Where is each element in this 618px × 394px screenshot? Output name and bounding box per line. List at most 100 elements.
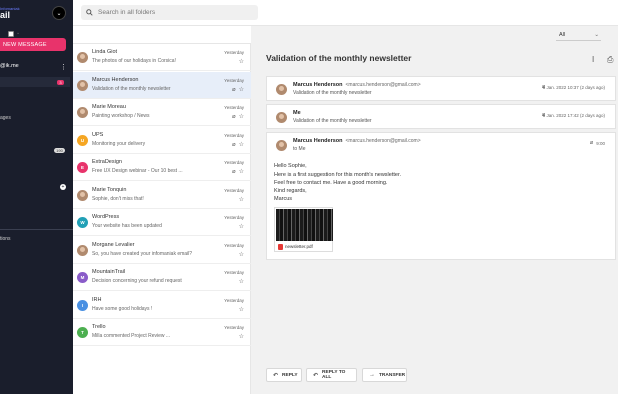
select-all-checkbox[interactable] (8, 31, 14, 37)
reply-label: REPLY (282, 372, 298, 378)
mail-list-item[interactable]: W WordPress Your website has been updated Y… (73, 209, 251, 236)
avatar: I (77, 299, 88, 311)
mail-row-icons: ☆ (239, 58, 244, 65)
star-icon[interactable]: ☆ (239, 58, 244, 65)
mail-row-icons: ☆ (239, 196, 244, 203)
avatar (276, 84, 287, 95)
search-box[interactable] (81, 5, 258, 20)
star-icon[interactable]: ☆ (239, 113, 244, 120)
star-icon[interactable]: ☆ (239, 223, 244, 230)
mail-preview: Sophie, don't miss that! (92, 195, 144, 202)
avatar (77, 52, 88, 63)
mail-list-item[interactable]: Marcus Henderson Validation of the monthl… (73, 71, 251, 99)
app-menu-button[interactable]: ⌄ (52, 6, 66, 20)
pdf-icon (278, 244, 283, 250)
mail-list: Linda Giot The photos of our holidays in … (73, 44, 251, 394)
mail-sender: Marie Moreau (92, 104, 126, 110)
mail-sender: ExtraDesign (92, 159, 122, 165)
mail-row-icons: ⌀ ☆ (232, 113, 244, 120)
body-line: Feel free to contact me. Have a good mor… (274, 180, 388, 186)
avatar (77, 244, 88, 256)
mail-list-item[interactable]: Marie Moreau Painting workshop / News Yest… (73, 99, 251, 126)
mail-sender: UPS (92, 131, 104, 138)
list-toolbar (73, 26, 251, 44)
avatar: T (77, 327, 88, 338)
sidebar-item-options[interactable]: tions (0, 236, 11, 242)
mail-sender: Morgane Levalier (92, 241, 135, 248)
mail-list-item[interactable]: U UPS Monitoring your delivery Yesterday ⌀ ☆ (73, 127, 251, 154)
mail-preview: Your website has been updated (92, 223, 162, 229)
mail-sender: WordPress (92, 214, 120, 220)
star-icon[interactable]: ☆ (239, 333, 244, 340)
star-icon[interactable]: ☆ (239, 306, 244, 313)
mail-preview: Monitoring your delivery (92, 140, 146, 147)
message-date: 5 Jan. 2022 17:42 (2 days ago) (542, 113, 605, 118)
more-options-icon[interactable]: ⋮ (60, 63, 67, 71)
attachment-icon: ⌀ (590, 140, 594, 146)
star-icon[interactable]: ☆ (239, 251, 244, 258)
mail-preview: Painting workshop / News (92, 113, 150, 119)
mail-preview: Free UX Design webinar - Our 10 best ... (92, 168, 183, 174)
chevron-down-icon[interactable]: ⌄ (16, 30, 20, 36)
star-icon[interactable]: ☆ (239, 168, 244, 175)
new-message-label: NEW MESSAGE (3, 41, 47, 48)
chevron-down-icon: ⌄ (56, 10, 62, 17)
mail-date: Yesterday (224, 187, 244, 193)
star-icon[interactable]: ☆ (239, 196, 244, 203)
mail-date: Yesterday (224, 297, 244, 303)
reply-icon: ↶ (273, 372, 279, 379)
print-icon[interactable]: ⎙ (607, 55, 613, 65)
mail-list-item[interactable]: T Trello Milla commented Project Review ..… (73, 319, 251, 346)
mail-sender: Trello (92, 324, 106, 330)
mail-preview: Decision concerning your refund request (92, 278, 182, 284)
sidebar-divider (0, 229, 73, 230)
mail-date: Yesterday (224, 77, 244, 83)
message-recipient: to Me (293, 146, 306, 152)
mail-list-item[interactable]: I IRH Have some good holidays ! Yesterday ☆ (73, 292, 251, 319)
mail-date: Yesterday (224, 132, 244, 138)
filter-select-value: All (559, 32, 566, 38)
text-cursor-icon[interactable]: I (592, 55, 594, 64)
avatar (77, 79, 88, 91)
star-icon[interactable]: ☆ (239, 86, 244, 93)
new-message-button[interactable]: NEW MESSAGE (0, 38, 66, 51)
add-folder-icon[interactable]: + (60, 184, 66, 190)
avatar: E (77, 162, 88, 173)
mail-row-icons: ⌀ ☆ (232, 141, 244, 148)
mail-date: Yesterday (224, 105, 244, 110)
mail-row-icons: ☆ (239, 278, 244, 285)
reply-all-button[interactable]: ↶ REPLY TO ALL (306, 368, 357, 382)
message-collapsed[interactable]: Me Validation of the monthly newsletter … (266, 104, 616, 129)
star-icon[interactable]: ☆ (239, 278, 244, 285)
mail-list-item[interactable]: Linda Giot The photos of our holidays in … (73, 44, 251, 71)
star-icon[interactable]: ☆ (239, 141, 244, 148)
email-subject: Validation of the monthly newsletter (266, 53, 412, 63)
avatar (276, 140, 287, 151)
attachment-icon: ⌀ (231, 141, 236, 148)
message-date: 5 Jan. 2022 10:37 (2 days ago) (542, 85, 605, 90)
transfer-button[interactable]: → TRANSFER (362, 368, 407, 382)
transfer-label: TRANSFER (379, 372, 406, 378)
mail-sender: Marie Tonquin (92, 186, 127, 193)
mail-list-item[interactable]: E ExtraDesign Free UX Design webinar - Our… (73, 154, 251, 181)
avatar (77, 107, 88, 118)
attachment-card[interactable]: newsletter.pdf (274, 207, 333, 252)
search-input[interactable] (98, 9, 248, 16)
search-icon (86, 9, 93, 16)
app-title: ail (0, 10, 11, 20)
mail-list-item[interactable]: Morgane Levalier So, you have created you… (73, 237, 251, 264)
chevron-down-icon: ⌄ (594, 32, 599, 38)
sidebar-item-messages[interactable]: ages (0, 115, 11, 121)
mail-preview: Milla commented Project Review ... (92, 333, 171, 339)
message-sender: Me (293, 110, 301, 116)
filter-select[interactable]: All ⌄ (556, 30, 601, 41)
mail-date: Yesterday (224, 270, 244, 275)
avatar (276, 112, 287, 123)
reply-button[interactable]: ↶ REPLY (266, 368, 302, 382)
mail-date: Yesterday (224, 242, 244, 248)
body-line: Kind regards, (274, 188, 307, 194)
mail-list-item[interactable]: M MountainTrail Decision concerning your r… (73, 264, 251, 291)
mail-list-item[interactable]: Marie Tonquin Sophie, don't miss that! Yes… (73, 182, 251, 209)
message-collapsed[interactable]: Marcus Henderson <marcus.henderson@gmail.… (266, 76, 616, 101)
account-address[interactable]: @ik.me (0, 63, 19, 69)
